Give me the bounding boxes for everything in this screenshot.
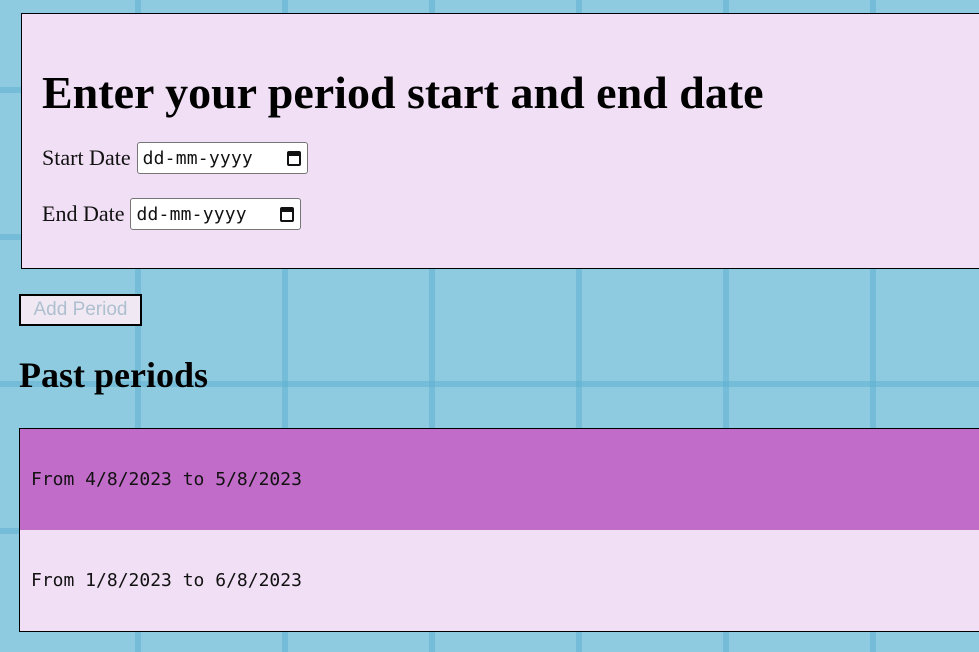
add-period-button[interactable]: Add Period	[19, 294, 142, 326]
past-periods-list: From 4/8/2023 to 5/8/2023 From 1/8/2023 …	[19, 428, 979, 632]
end-date-input[interactable]: dd-mm-yyyy	[130, 198, 302, 230]
period-list-item: From 4/8/2023 to 5/8/2023	[20, 429, 979, 530]
period-list-item: From 1/8/2023 to 6/8/2023	[20, 530, 979, 631]
calendar-icon[interactable]	[280, 206, 295, 222]
start-date-label: Start Date	[42, 145, 131, 170]
start-date-value[interactable]: dd-mm-yyyy	[143, 148, 287, 169]
end-date-row: End Date dd-mm-yyyy	[42, 198, 302, 230]
form-title: Enter your period start and end date	[42, 67, 764, 118]
start-date-row: Start Date dd-mm-yyyy	[42, 142, 308, 174]
start-date-input[interactable]: dd-mm-yyyy	[136, 142, 308, 174]
end-date-label: End Date	[42, 201, 125, 226]
period-form-panel: Enter your period start and end date Sta…	[21, 13, 979, 269]
calendar-icon[interactable]	[286, 150, 301, 166]
end-date-value[interactable]: dd-mm-yyyy	[136, 204, 280, 225]
past-periods-heading: Past periods	[19, 355, 208, 395]
